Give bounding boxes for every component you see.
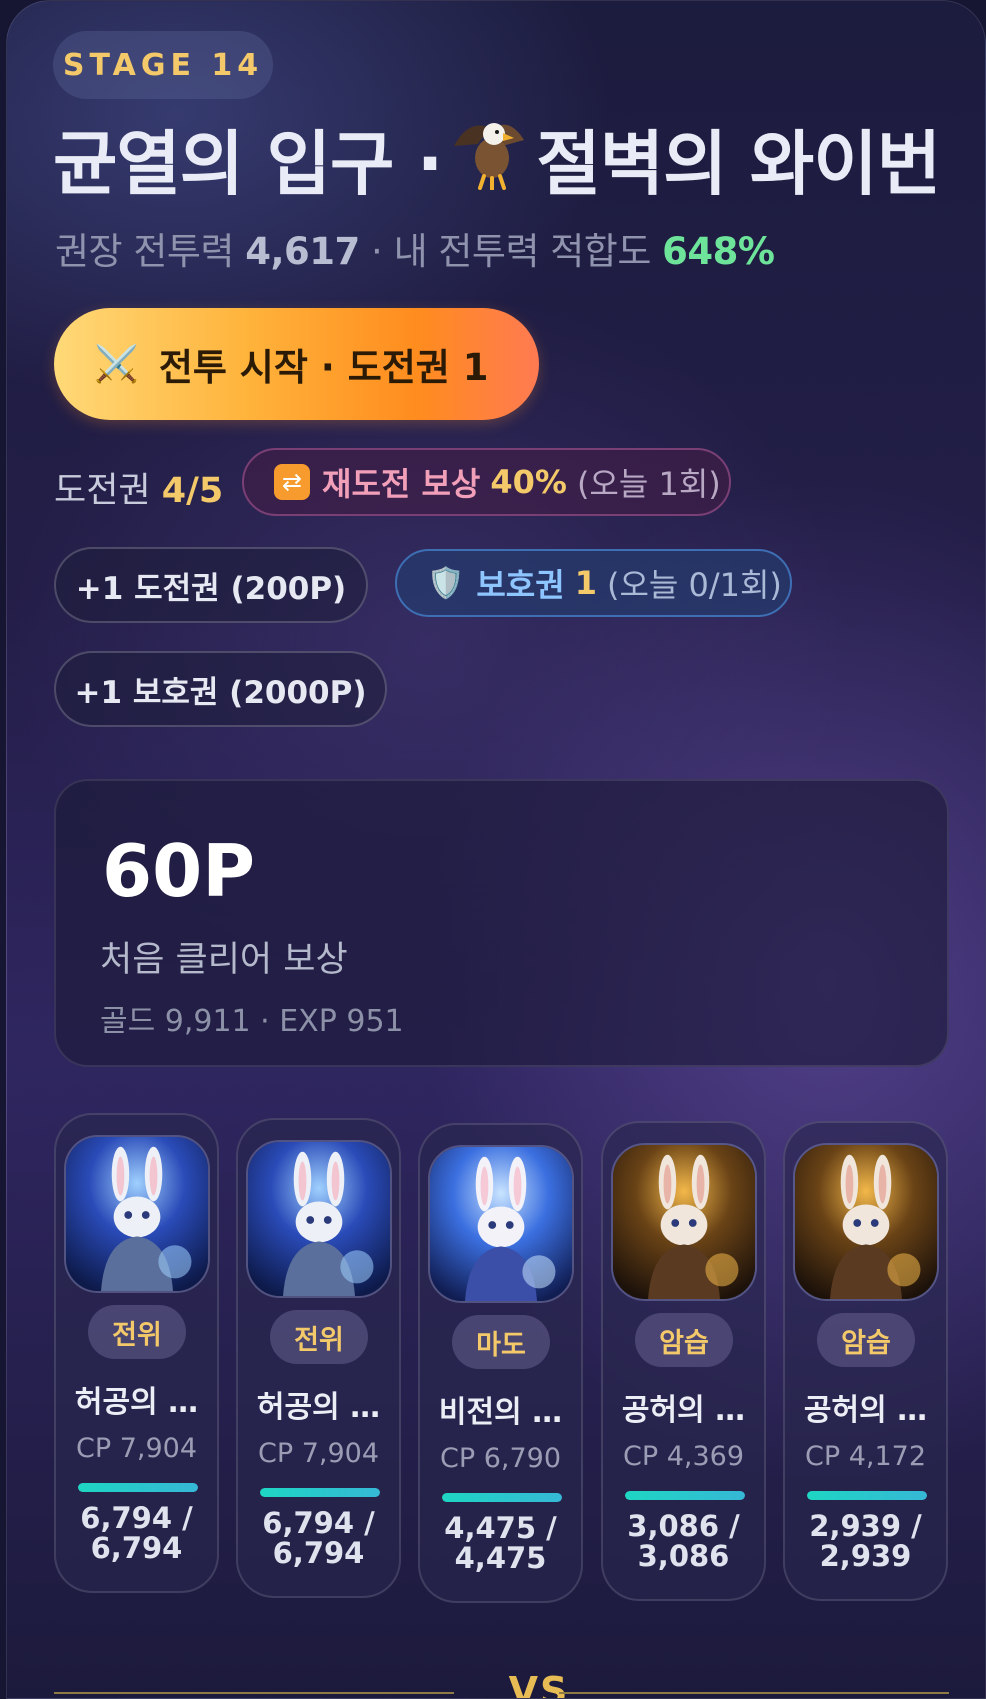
hero-card[interactable]: 전위허공의 … CP 7,904 6,794 /6,794 xyxy=(236,1118,401,1598)
hero-hp-max: 6,794 xyxy=(272,1536,365,1570)
hero-hp: 4,475 /4,475 xyxy=(420,1513,581,1573)
power-info: 권장 전투력 4,617 · 내 전투력 적합도 648% xyxy=(55,221,775,275)
hero-name: 허공의 … xyxy=(256,1390,381,1425)
hero-hp-bar xyxy=(807,1491,927,1500)
hero-portrait xyxy=(428,1145,574,1303)
hero-name: 비전의 … xyxy=(438,1395,563,1430)
shield-badge: 🛡️ 보호권 1 (오늘 0/1회) xyxy=(395,549,792,617)
hero-hp-fill xyxy=(625,1491,745,1500)
rec-power-label: 권장 전투력 xyxy=(55,230,234,273)
hero-cp: CP 7,904 xyxy=(257,1438,379,1469)
fit-label: 내 전투력 적합도 xyxy=(393,230,652,273)
vs-line-left xyxy=(54,1692,454,1694)
start-battle-button[interactable]: ⚔️ 전투 시작 · 도전권 1 xyxy=(54,308,539,420)
hero-hp-fill xyxy=(807,1491,927,1500)
fit-value: 648% xyxy=(662,230,775,273)
shield-note: (오늘 0/1회) xyxy=(606,566,782,604)
first-clear-reward-card: 60P 처음 클리어 보상 골드 9,911 · EXP 951 xyxy=(54,779,949,1067)
retry-reward-note: (오늘 1회) xyxy=(576,465,721,503)
shield-value: 1 xyxy=(574,564,597,602)
buy-shield-button[interactable]: +1 보호권 (2000P) xyxy=(54,651,387,727)
buy-shield-label: +1 보호권 (2000P) xyxy=(74,674,367,711)
start-battle-label: 전투 시작 · 도전권 1 xyxy=(158,346,489,389)
hero-role: 암습 xyxy=(841,1327,891,1359)
hero-hp-bar xyxy=(442,1493,562,1502)
hero-hp: 2,939 /2,939 xyxy=(785,1511,946,1571)
hero-role-badge: 암습 xyxy=(817,1313,915,1367)
hero-role: 마도 xyxy=(476,1329,526,1361)
title-part1: 균열의 입구 · xyxy=(53,122,443,205)
hero-hp-fill xyxy=(442,1493,562,1502)
hero-card[interactable]: 암습공허의 … CP 4,369 3,086 /3,086 xyxy=(601,1121,766,1601)
eagle-icon xyxy=(448,110,530,207)
stage-panel: STAGE 14 균열의 입구 · 절벽의 와이번 권장 전투력 4,617 ·… xyxy=(6,0,986,1699)
hero-hp-fill xyxy=(260,1488,380,1497)
hero-hp-max: 3,086 xyxy=(637,1539,730,1573)
hero-card[interactable]: 전위허공의 … CP 7,904 6,794 /6,794 xyxy=(54,1113,219,1593)
hero-hp-current: 3,086 / xyxy=(627,1509,740,1543)
hero-hp-bar xyxy=(260,1488,380,1497)
hero-role-badge: 마도 xyxy=(452,1315,550,1369)
vs-line-right xyxy=(559,1692,949,1694)
repeat-icon: ⇄ xyxy=(274,464,310,500)
hero-portrait xyxy=(793,1143,939,1301)
vs-divider: VS xyxy=(54,1669,949,1699)
reward-label: 처음 클리어 보상 xyxy=(100,940,348,980)
hero-hp: 3,086 /3,086 xyxy=(603,1511,764,1571)
retry-reward-label: 재도전 보상 xyxy=(322,465,481,503)
reward-sub: 골드 9,911 · EXP 951 xyxy=(100,1004,404,1039)
hero-hp-current: 4,475 / xyxy=(444,1511,557,1545)
hero-cp: CP 7,904 xyxy=(75,1433,197,1464)
hero-cp: CP 4,172 xyxy=(804,1441,926,1472)
hero-portrait xyxy=(64,1135,210,1293)
hero-hp-bar xyxy=(625,1491,745,1500)
hero-hp-fill xyxy=(78,1483,198,1492)
hero-hp-max: 2,939 xyxy=(819,1539,912,1573)
hero-hp-current: 6,794 / xyxy=(80,1501,193,1535)
crossed-swords-icon: ⚔️ xyxy=(94,344,139,385)
hero-portrait xyxy=(611,1143,757,1301)
shield-icon: 🛡️ xyxy=(427,565,465,601)
stage-badge: STAGE 14 xyxy=(53,31,273,99)
title-part2: 절벽의 와이번 xyxy=(536,122,941,205)
hero-role: 암습 xyxy=(659,1327,709,1359)
vs-label: VS xyxy=(508,1669,570,1699)
buy-ticket-button[interactable]: +1 도전권 (200P) xyxy=(54,547,368,623)
hero-cp: CP 4,369 xyxy=(622,1441,744,1472)
reward-points: 60P xyxy=(102,829,255,913)
hero-card[interactable]: 암습공허의 … CP 4,172 2,939 /2,939 xyxy=(783,1121,948,1601)
hero-card[interactable]: 마도비전의 … CP 6,790 4,475 /4,475 xyxy=(418,1123,583,1603)
retry-reward-badge: ⇄ 재도전 보상 40% (오늘 1회) xyxy=(242,448,731,516)
hero-hp: 6,794 /6,794 xyxy=(56,1503,217,1563)
hero-role-badge: 전위 xyxy=(270,1310,368,1364)
buy-ticket-label: +1 도전권 (200P) xyxy=(75,570,347,607)
hero-hp-current: 2,939 / xyxy=(809,1509,922,1543)
stage-label: STAGE 14 xyxy=(62,47,264,83)
shield-label: 보호권 xyxy=(476,566,565,604)
page-title: 균열의 입구 · 절벽의 와이번 xyxy=(53,113,941,205)
ticket-value: 4/5 xyxy=(161,471,224,511)
hero-cp: CP 6,790 xyxy=(439,1443,561,1474)
hero-hp: 6,794 /6,794 xyxy=(238,1508,399,1568)
hero-name: 허공의 … xyxy=(74,1385,199,1420)
hero-role-badge: 암습 xyxy=(635,1313,733,1367)
hero-portrait xyxy=(246,1140,392,1298)
hero-hp-max: 4,475 xyxy=(454,1541,547,1575)
ticket-label: 도전권 xyxy=(54,471,151,511)
hero-hp-max: 6,794 xyxy=(90,1531,183,1565)
hero-name: 공허의 … xyxy=(803,1393,928,1428)
hero-role: 전위 xyxy=(112,1319,162,1351)
hero-name: 공허의 … xyxy=(621,1393,746,1428)
hero-role: 전위 xyxy=(294,1324,344,1356)
rec-power-value: 4,617 xyxy=(245,230,360,273)
hero-hp-current: 6,794 / xyxy=(262,1506,375,1540)
ticket-count: 도전권 4/5 xyxy=(54,462,223,513)
hero-hp-bar xyxy=(78,1483,198,1492)
retry-reward-value: 40% xyxy=(490,463,567,501)
power-separator: · xyxy=(371,230,383,273)
hero-role-badge: 전위 xyxy=(88,1305,186,1359)
